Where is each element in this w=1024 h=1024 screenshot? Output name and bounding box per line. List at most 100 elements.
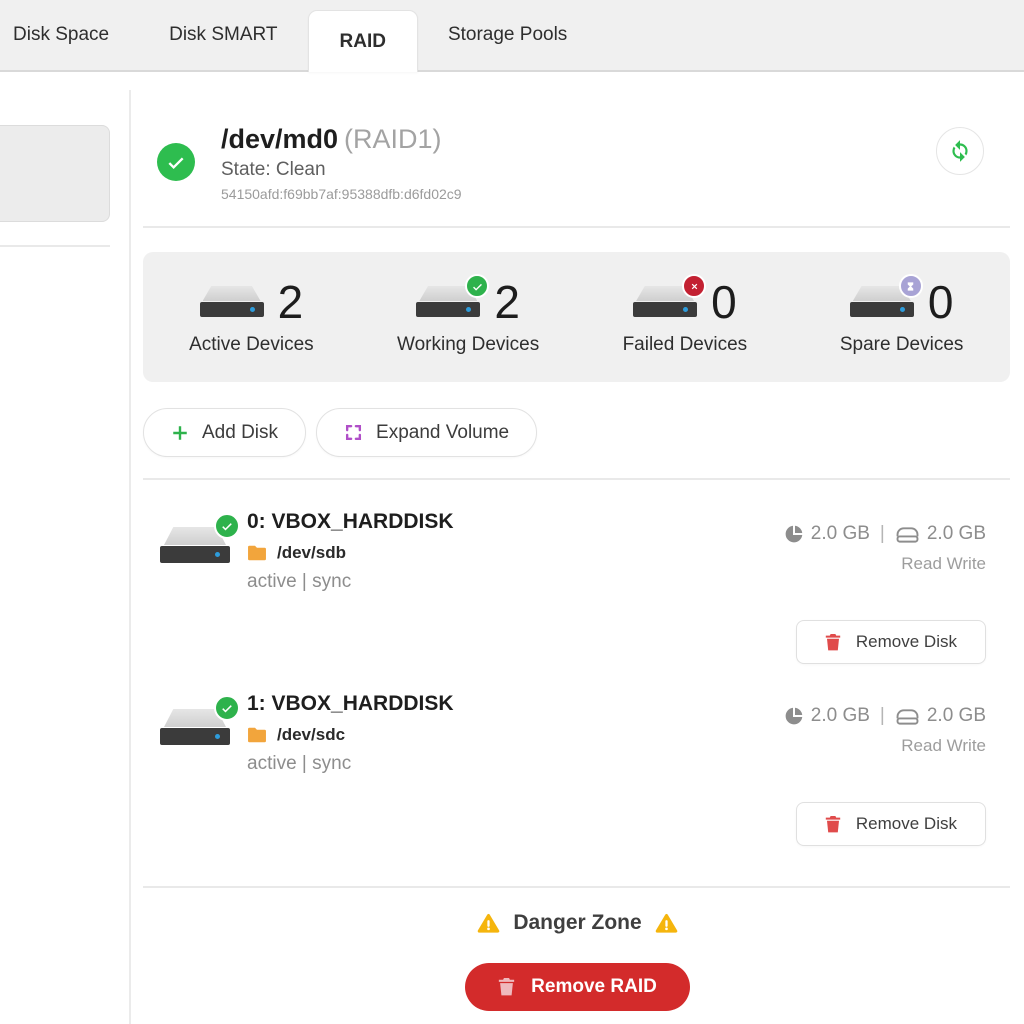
stat-working-devices: 2 Working Devices <box>360 252 577 382</box>
sidebar-divider <box>0 245 110 247</box>
folder-icon <box>247 545 267 561</box>
danger-button-row: Remove RAID <box>131 963 1024 1011</box>
tab-raid[interactable]: RAID <box>308 10 418 72</box>
refresh-button[interactable] <box>936 127 984 175</box>
hard-disk-spare-icon <box>850 286 914 317</box>
disk-1-info: 1: VBOX_HARDDISK /dev/sdc active | sync <box>247 689 730 846</box>
hard-disk-check-icon <box>416 286 480 317</box>
refresh-icon <box>947 138 973 164</box>
plus-icon <box>171 424 189 442</box>
disk-mode: Read Write <box>730 554 986 574</box>
danger-zone-title-row: Danger Zone <box>477 911 677 935</box>
raid-stats-box: 2 Active Devices 2 Working Devices <box>143 252 1010 382</box>
expand-icon <box>344 423 363 442</box>
expand-volume-button[interactable]: Expand Volume <box>316 408 537 457</box>
hard-disk-check-icon <box>160 527 230 664</box>
disk-title: 0: VBOX_HARDDISK <box>247 510 730 534</box>
stat-active-devices: 2 Active Devices <box>143 252 360 382</box>
remove-disk-label: Remove Disk <box>856 632 957 652</box>
header-divider <box>143 226 1010 228</box>
raid-header: /dev/md0(RAID1) State: Clean 54150afd:f6… <box>143 72 1010 226</box>
hard-disk-cross-icon <box>633 286 697 317</box>
hourglass-badge-icon <box>899 274 923 298</box>
drive-icon <box>895 525 920 544</box>
disk-path-row: /dev/sdb <box>247 543 730 563</box>
raid-level: (RAID1) <box>344 124 442 154</box>
raid-device-name: /dev/md0 <box>221 124 338 154</box>
stat-spare-devices: 0 Spare Devices <box>793 252 1010 382</box>
disk-size-line: 2.0 GB | 2.0 GB <box>730 705 986 727</box>
folder-icon <box>247 727 267 743</box>
disk-0-info: 0: VBOX_HARDDISK /dev/sdb active | sync <box>247 507 730 664</box>
remove-disk-button-0[interactable]: Remove Disk <box>796 620 986 664</box>
raid-state-text: State: Clean <box>221 159 462 181</box>
check-badge-icon <box>214 695 240 721</box>
disk-path: /dev/sdb <box>277 543 346 563</box>
pie-chart-icon <box>784 706 804 726</box>
remove-disk-label: Remove Disk <box>856 814 957 834</box>
stat-failed-label: Failed Devices <box>623 334 748 356</box>
disk-status: active | sync <box>247 571 730 593</box>
hard-disk-check-icon <box>160 709 230 846</box>
tab-bar: Disk Space Disk SMART RAID Storage Pools <box>0 0 1024 72</box>
warning-icon <box>477 913 500 934</box>
add-disk-button[interactable]: Add Disk <box>143 408 306 457</box>
remove-raid-label: Remove RAID <box>531 976 657 998</box>
size-separator: | <box>880 523 885 545</box>
trash-icon <box>825 633 841 651</box>
stat-spare-value: 0 <box>928 279 954 325</box>
danger-zone-label: Danger Zone <box>513 911 641 935</box>
disk-used: 2.0 GB <box>811 523 870 545</box>
tab-storage-pools[interactable]: Storage Pools <box>418 0 597 70</box>
disk-0-icon-col <box>143 507 247 664</box>
tab-disk-space[interactable]: Disk Space <box>0 0 139 70</box>
add-disk-label: Add Disk <box>202 422 278 444</box>
trash-icon <box>825 815 841 833</box>
disk-path: /dev/sdc <box>277 725 345 745</box>
disk-row-1: 1: VBOX_HARDDISK /dev/sdc active | sync … <box>143 689 1010 846</box>
disk-1-right: 2.0 GB | 2.0 GB Read Write Remove Disk <box>730 689 1010 846</box>
disk-used: 2.0 GB <box>811 705 870 727</box>
disk-mode: Read Write <box>730 736 986 756</box>
raid-actions-row: Add Disk Expand Volume <box>143 408 1010 457</box>
stat-failed-devices: 0 Failed Devices <box>577 252 794 382</box>
stat-spare-top: 0 <box>850 279 954 325</box>
stat-failed-top: 0 <box>633 279 737 325</box>
stat-working-label: Working Devices <box>397 334 539 356</box>
raid-uuid: 54150afd:f69bb7af:95388dfb:d6fd02c9 <box>221 186 462 202</box>
remove-raid-button[interactable]: Remove RAID <box>465 963 690 1011</box>
disk-1-icon-col <box>143 689 247 846</box>
stat-spare-label: Spare Devices <box>840 334 964 356</box>
sidebar-selected-item[interactable] <box>0 125 110 222</box>
stat-working-top: 2 <box>416 279 520 325</box>
danger-divider <box>143 886 1010 888</box>
trash-icon <box>498 977 515 996</box>
disk-total: 2.0 GB <box>927 705 986 727</box>
disk-status: active | sync <box>247 753 730 775</box>
stat-active-label: Active Devices <box>189 334 314 356</box>
pie-chart-icon <box>784 524 804 544</box>
disk-total: 2.0 GB <box>927 523 986 545</box>
expand-volume-label: Expand Volume <box>376 422 509 444</box>
check-badge-icon <box>465 274 489 298</box>
stat-working-value: 2 <box>494 279 520 325</box>
tab-disk-smart[interactable]: Disk SMART <box>139 0 307 70</box>
stat-active-value: 2 <box>278 279 304 325</box>
check-badge-icon <box>214 513 240 539</box>
warning-icon <box>655 913 678 934</box>
drive-icon <box>895 707 920 726</box>
hard-disk-icon <box>200 286 264 317</box>
raid-list-sidebar <box>0 74 131 1024</box>
size-separator: | <box>880 705 885 727</box>
raid-header-text: /dev/md0(RAID1) State: Clean 54150afd:f6… <box>221 124 462 202</box>
stat-active-top: 2 <box>200 279 304 325</box>
raid-device-title: /dev/md0(RAID1) <box>221 124 462 155</box>
disk-0-right: 2.0 GB | 2.0 GB Read Write Remove Disk <box>730 507 1010 664</box>
cross-badge-icon <box>682 274 706 298</box>
raid-state-ok-icon <box>157 143 195 181</box>
disk-size-line: 2.0 GB | 2.0 GB <box>730 523 986 545</box>
remove-disk-button-1[interactable]: Remove Disk <box>796 802 986 846</box>
actions-divider <box>143 478 1010 480</box>
raid-detail-panel: /dev/md0(RAID1) State: Clean 54150afd:f6… <box>131 72 1024 1024</box>
disk-title: 1: VBOX_HARDDISK <box>247 692 730 716</box>
